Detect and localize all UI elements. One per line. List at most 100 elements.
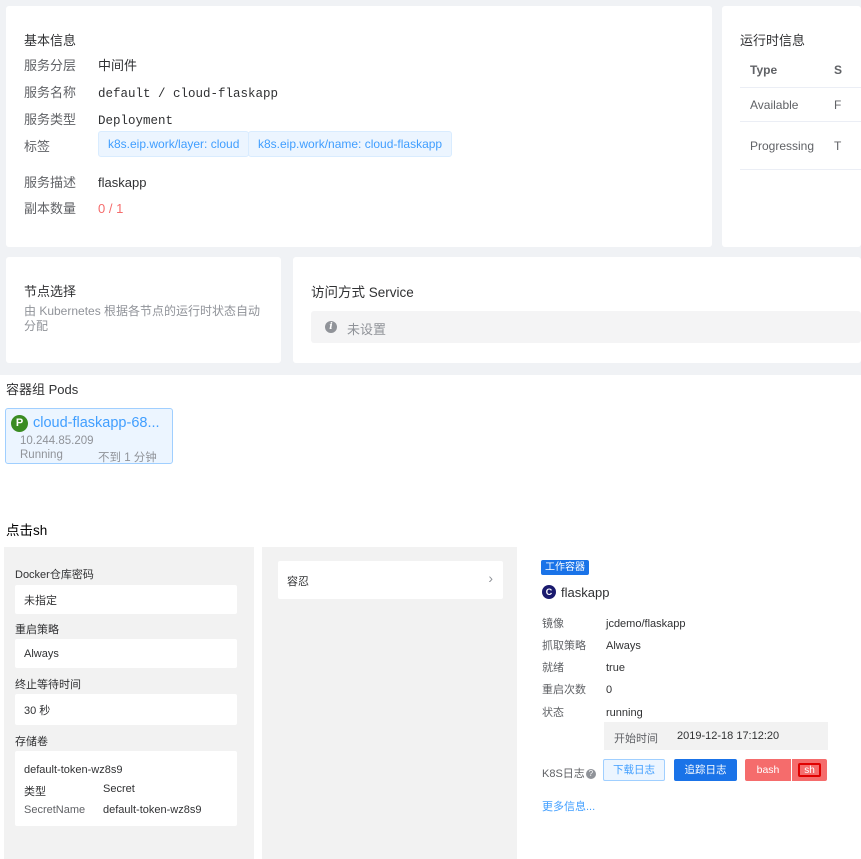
tag-layer[interactable]: k8s.eip.work/layer: cloud <box>98 131 250 157</box>
row-label: 标签 <box>24 139 51 154</box>
tag-name[interactable]: k8s.eip.work/name: cloud-flaskapp <box>248 131 453 157</box>
row-value: Deployment <box>98 114 174 128</box>
row-label: 抓取策略 <box>542 640 586 652</box>
table-row: Available F <box>740 88 861 122</box>
runtime-info-card: 运行时信息 Type S Available F Progressing T <box>722 6 861 247</box>
pod-badge-icon: P <box>11 415 28 432</box>
docker-secret-field: 未指定 <box>15 585 237 614</box>
row-label: 就绪 <box>542 662 564 674</box>
info-icon: i <box>325 321 337 333</box>
termination-label: 终止等待时间 <box>15 679 81 691</box>
row-label: 状态 <box>542 707 564 719</box>
row-value: running <box>606 707 643 719</box>
work-container-badge: 工作容器 <box>541 560 589 575</box>
more-info-link[interactable]: 更多信息... <box>542 798 595 814</box>
container-row-ready: 就绪 true <box>542 659 625 675</box>
volume-name: default-token-wz8s9 <box>24 764 123 776</box>
pod-name[interactable]: cloud-flaskapp-68... <box>33 415 171 431</box>
container-row-pull: 抓取策略 Always <box>542 637 641 653</box>
k8s-logs-text: K8S日志 <box>542 768 585 780</box>
row-label: 服务描述 <box>24 175 77 190</box>
start-time-label: 开始时间 <box>614 733 658 745</box>
pod-ip: 10.244.85.209 <box>20 435 94 447</box>
chevron-right-icon: › <box>488 570 493 586</box>
tail-logs-button[interactable]: 追踪日志 <box>674 759 737 781</box>
pod-settings-panel: Docker仓库密码 未指定 重启策略 Always 终止等待时间 30 秒 存… <box>4 547 254 859</box>
tolerations-label: 容忍 <box>287 576 309 588</box>
volume-label: 存储卷 <box>15 736 48 748</box>
termination-field: 30 秒 <box>15 694 237 725</box>
docker-secret-value: 未指定 <box>24 594 57 607</box>
service-empty-alert: i 未设置 <box>311 311 861 343</box>
row-value: flaskapp <box>98 175 147 190</box>
volume-field: default-token-wz8s9 类型 Secret SecretName… <box>15 751 237 826</box>
row-value: true <box>606 662 625 674</box>
table-row: Progressing T <box>740 122 861 170</box>
cell-type: Progressing <box>750 138 815 153</box>
container-row-image: 镜像 jcdemo/flaskapp <box>542 615 686 631</box>
sh-button-label: sh <box>798 763 821 777</box>
docker-secret-label: Docker仓库密码 <box>15 569 94 581</box>
row-label: 重启次数 <box>542 684 586 696</box>
row-label: 服务名称 <box>24 85 77 100</box>
tolerations-panel: 容忍 › <box>262 547 517 859</box>
runtime-title: 运行时信息 <box>740 33 806 48</box>
service-title: 访问方式 Service <box>311 285 414 300</box>
restart-policy-field: Always <box>15 639 237 668</box>
row-desc: 服务描述 flaskapp <box>24 172 146 191</box>
row-value: Always <box>606 640 641 652</box>
node-select-card: 节点选择 由 Kubernetes 根据各节点的运行时状态自动分配 <box>6 257 281 363</box>
help-icon[interactable]: ? <box>585 769 596 780</box>
node-select-desc: 由 Kubernetes 根据各节点的运行时状态自动分配 <box>24 304 261 333</box>
row-label: 镜像 <box>542 618 564 630</box>
row-value: 0 <box>606 684 613 696</box>
k8s-logs-label: K8S日志? <box>542 765 596 781</box>
start-time-value: 2019-12-18 17:12:20 <box>677 730 780 742</box>
row-label: 服务分层 <box>24 58 77 73</box>
row-layer: 服务分层 中间件 <box>24 55 137 74</box>
volume-type-value: Secret <box>103 783 135 795</box>
row-value: default / cloud-flaskapp <box>98 87 279 101</box>
col-status: S <box>834 62 843 77</box>
runtime-table-header: Type S <box>740 52 861 88</box>
row-label: 服务类型 <box>24 112 77 127</box>
node-select-title: 节点选择 <box>24 284 77 299</box>
service-empty-text: 未设置 <box>347 322 387 337</box>
basic-info-title: 基本信息 <box>24 33 77 48</box>
row-tags: 标签 <box>24 136 98 155</box>
download-logs-button[interactable]: 下载日志 <box>603 759 665 781</box>
row-type: 服务类型 Deployment <box>24 109 173 128</box>
container-row-restarts: 重启次数 0 <box>542 681 612 697</box>
pods-title: 容器组 Pods <box>6 382 79 397</box>
cell-status: T <box>834 138 842 153</box>
container-icon: C <box>542 585 556 599</box>
pod-age: 不到 1 分钟 <box>98 452 157 464</box>
row-name: 服务名称 default / cloud-flaskapp <box>24 82 278 101</box>
tolerations-item[interactable]: 容忍 › <box>278 561 503 599</box>
secret-name-value: default-token-wz8s9 <box>103 804 202 816</box>
container-row-state: 状态 running <box>542 704 643 720</box>
volume-type-label: 类型 <box>24 786 46 798</box>
row-replicas: 副本数量 0 / 1 <box>24 198 123 217</box>
container-name: flaskapp <box>561 585 610 600</box>
basic-info-card: 基本信息 服务分层 中间件 服务名称 default / cloud-flaskap… <box>6 6 712 247</box>
row-value: jcdemo/flaskapp <box>606 618 686 630</box>
row-label: 副本数量 <box>24 201 77 216</box>
service-card: 访问方式 Service i 未设置 <box>293 257 861 363</box>
start-time-box: 开始时间 2019-12-18 17:12:20 <box>604 722 828 750</box>
restart-policy-value: Always <box>24 647 59 660</box>
container-panel: 工作容器 C flaskapp 镜像 jcdemo/flaskapp 抓取策略 Al… <box>527 547 861 859</box>
replica-count: 0 / 1 <box>98 201 124 216</box>
termination-value: 30 秒 <box>24 704 51 717</box>
cell-status: F <box>834 97 842 112</box>
row-value: 中间件 <box>98 58 138 73</box>
restart-policy-label: 重启策略 <box>15 624 59 636</box>
pod-status: Running <box>20 449 63 461</box>
sh-button[interactable]: sh <box>792 759 827 781</box>
secret-name-label: SecretName <box>24 804 86 816</box>
instruction-note: 点击sh <box>6 523 48 538</box>
col-type: Type <box>750 62 778 77</box>
pod-card[interactable]: P cloud-flaskapp-68... 10.244.85.209 Run… <box>5 408 173 464</box>
cell-type: Available <box>750 97 799 112</box>
bash-button[interactable]: bash <box>745 759 791 781</box>
